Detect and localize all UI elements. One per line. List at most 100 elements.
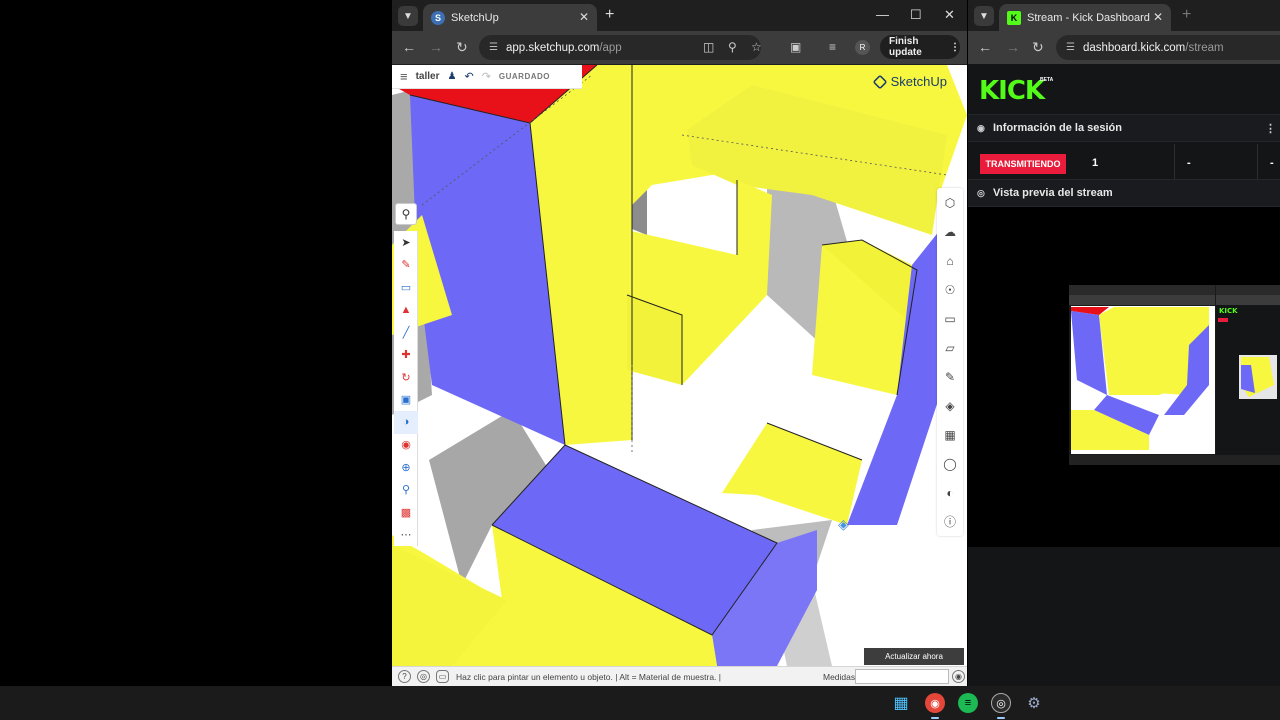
address-bar-right[interactable]: ☰ dashboard.kick.com/stream [1056,35,1280,60]
kick-browser-window: ▼ K Stream - Kick Dashboard ✕ + ← → ↻ ☰ … [968,0,1280,686]
pushpull-tool-icon[interactable]: ▲ [394,299,418,322]
paint-bucket-icon[interactable]: ◑ [394,411,418,434]
viewer-count: 1 [1092,157,1099,169]
line-tool-icon[interactable]: ✎ [394,254,418,277]
shadows-icon[interactable]: ◐ [937,478,963,507]
entity-info-icon[interactable]: ⬡ [937,188,963,217]
preview-tabbar [1069,285,1215,295]
live-status-badge: TRANSMITIENDO [980,154,1066,174]
project-name[interactable]: taller [416,71,440,82]
measurements-input[interactable] [855,669,949,684]
media-control-icon[interactable]: ≡ [829,40,836,54]
browser-toolbar: ← → ↻ ☰ app.sketchup.com/app ◫ ⚲ ☆ ▣ ≡ R… [392,31,967,64]
orbit-tool-icon[interactable]: ⊕ [394,456,418,479]
preview-taskbar [1069,455,1280,465]
site-info-icon[interactable]: ☰ [489,42,498,53]
finish-update-button[interactable]: Finish update ⋮ [880,35,960,59]
hamburger-menu-icon[interactable]: ≡ [400,69,408,84]
3d-warehouse-icon[interactable]: ⌂ [937,246,963,275]
select-tool-icon[interactable]: ➤ [394,231,418,254]
close-tab-right-icon[interactable]: ✕ [1153,10,1163,24]
scenes-icon[interactable]: ▦ [937,420,963,449]
tab-title: SketchUp [451,11,499,24]
measurements-label: Medidas [823,672,856,682]
spotify-icon[interactable]: ≡ [958,693,978,713]
scale-tool-icon[interactable]: ▣ [394,389,418,412]
tab-search-button-right[interactable]: ▼ [974,6,994,26]
close-tab-icon[interactable]: ✕ [579,10,589,24]
preview-kick-logo: KICK [1219,307,1238,315]
kick-logo[interactable]: KICK [979,76,1045,106]
tags-icon[interactable]: ✎ [937,362,963,391]
zoom-icon[interactable]: ⚲ [728,40,737,54]
back-right-icon[interactable]: ← [978,39,992,55]
update-now-button[interactable]: Actualizar ahora [864,648,964,665]
sketchup-viewport[interactable]: ≡ taller ♟ ↶ ↷ GUARDADO SketchUp ⚲ ➤ ✎ ▭… [392,65,967,666]
sketchup-browser-window: ▼ S SketchUp ✕ + — ☐ ✕ ← → ↻ ☰ app.sketc… [392,0,967,686]
section-plane-icon[interactable]: ▩ [394,501,418,524]
styles-icon[interactable]: ▭ [937,304,963,333]
profile-avatar[interactable]: R [855,40,870,55]
help-icon[interactable]: ? [398,670,411,683]
tab-sketchup[interactable]: S SketchUp ✕ [423,4,597,31]
url-path-right: /stream [1185,41,1224,54]
3d-model-scene[interactable] [392,65,967,666]
tab-bar: ▼ S SketchUp ✕ + — ☐ ✕ [392,0,967,31]
move-tool-icon[interactable]: ✚ [394,344,418,367]
stream-preview[interactable]: KICK [968,207,1280,547]
extensions-icon[interactable]: ▣ [790,40,801,54]
url-path: /app [599,41,622,54]
tab-kick-dashboard[interactable]: K Stream - Kick Dashboard ✕ [999,4,1171,31]
zoom-tool-icon[interactable]: ⚲ [394,479,418,502]
materials-icon[interactable]: ☉ [937,275,963,304]
tag-tool-icon[interactable]: ◉ [394,434,418,457]
tab-search-button[interactable]: ▼ [398,6,418,26]
preview-right-tabbar [1216,285,1280,295]
close-window-icon[interactable]: ✕ [944,7,955,23]
back-icon[interactable]: ← [402,39,416,55]
settings-gear-icon[interactable]: ⚙ [1024,693,1044,713]
share-user-icon[interactable]: ♟ [448,71,457,82]
forward-right-icon[interactable]: → [1006,39,1020,55]
site-info-right-icon[interactable]: ☰ [1066,42,1075,53]
chrome-icon[interactable]: ◉ [925,693,945,713]
instructor-icon[interactable]: ◉ [952,670,965,683]
reload-icon[interactable]: ↻ [456,39,468,56]
globe-icon[interactable]: ◎ [417,670,430,683]
session-info-header[interactable]: ◉ Información de la sesión ⋮ [968,114,1280,142]
new-tab-icon[interactable]: + [605,6,614,24]
display-icon[interactable]: ◯ [937,449,963,478]
stream-preview-header[interactable]: ◎ Vista previa del stream [968,179,1280,207]
address-bar[interactable]: ☰ app.sketchup.com/app [479,35,761,60]
install-app-icon[interactable]: ◫ [703,40,714,54]
tape-measure-icon[interactable]: ╱ [394,321,418,344]
eraser-tool-icon[interactable]: ▭ [394,276,418,299]
new-tab-right-icon[interactable]: + [1182,6,1191,24]
reload-right-icon[interactable]: ↻ [1032,39,1044,56]
search-tool-icon[interactable]: ⚲ [395,203,417,225]
more-tools-icon[interactable]: ⋯ [394,524,418,547]
minimize-icon[interactable]: — [876,7,889,22]
kick-favicon-icon: K [1007,10,1021,25]
paint-panel-icon[interactable]: ◈ [937,391,963,420]
screen: ▼ S SketchUp ✕ + — ☐ ✕ ← → ↻ ☰ app.sketc… [0,0,1280,720]
windows-start-icon[interactable]: ▦ [891,693,911,713]
menu-kebab-icon: ⋮ [950,41,960,53]
redo-icon[interactable]: ↷ [482,70,491,83]
bookmark-star-icon[interactable]: ☆ [751,40,762,54]
session-info-title: Información de la sesión [993,122,1122,134]
stream-preview-title: Vista previa del stream [993,187,1113,199]
components-icon[interactable]: ☁ [937,217,963,246]
forward-icon[interactable]: → [429,39,443,55]
preview-live-badge [1218,318,1228,322]
stat-divider [1174,144,1175,179]
rotate-tool-icon[interactable]: ↻ [394,366,418,389]
session-menu-icon[interactable]: ⋮ [1265,122,1276,135]
url-host-right: dashboard.kick.com [1082,41,1186,54]
undo-icon[interactable]: ↶ [464,70,473,83]
info-icon[interactable]: ⓘ [937,507,963,536]
mouse-icon: ▭ [436,670,449,683]
maximize-icon[interactable]: ☐ [910,7,922,23]
obs-icon[interactable]: ◎ [991,693,1011,713]
outliner-icon[interactable]: ▱ [937,333,963,362]
